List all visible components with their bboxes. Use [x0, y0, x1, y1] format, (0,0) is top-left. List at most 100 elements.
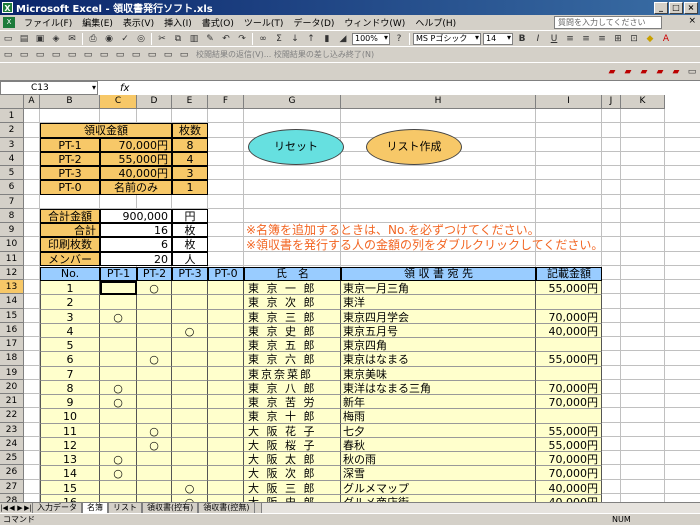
font-size-select[interactable]: 14: [483, 32, 513, 45]
pt-check-cell[interactable]: [208, 494, 244, 502]
pt-check-cell[interactable]: [208, 366, 244, 381]
review-icon-11[interactable]: ▭: [161, 49, 175, 61]
pt-check-cell[interactable]: [208, 295, 244, 310]
sheet-tab-list[interactable]: リスト: [108, 503, 142, 513]
pt-check-cell[interactable]: ○: [137, 352, 172, 367]
row-header-16[interactable]: 16: [0, 322, 24, 337]
menu-file[interactable]: ファイル(F): [19, 16, 77, 29]
pt-check-cell[interactable]: [208, 380, 244, 395]
pt-check-cell[interactable]: [100, 423, 137, 438]
table-cell-amt[interactable]: [536, 295, 602, 310]
redo-icon[interactable]: ↷: [235, 33, 249, 45]
print-icon[interactable]: ⎙: [86, 33, 100, 45]
cut-icon[interactable]: ✂: [155, 33, 169, 45]
pt-check-cell[interactable]: [100, 338, 137, 353]
pt-check-cell[interactable]: ○: [172, 480, 208, 495]
row-header-13[interactable]: 13: [0, 280, 24, 295]
row-header-25[interactable]: 25: [0, 451, 24, 466]
fx-icon[interactable]: fx: [120, 83, 129, 94]
pt-check-cell[interactable]: [172, 437, 208, 452]
pt-check-cell[interactable]: [208, 338, 244, 353]
reset-button[interactable]: リセット: [248, 129, 344, 165]
zoom-select[interactable]: 100%: [352, 32, 390, 45]
table-cell-amt[interactable]: 70,000円: [536, 309, 602, 324]
row-header-23[interactable]: 23: [0, 422, 24, 437]
pt-check-cell[interactable]: [208, 323, 244, 338]
pt-check-cell[interactable]: [172, 466, 208, 481]
mail-icon[interactable]: ✉: [65, 33, 79, 45]
table-cell-amt[interactable]: 70,000円: [536, 395, 602, 410]
pt-check-cell[interactable]: [137, 395, 172, 410]
last-sheet-icon[interactable]: ▶|: [24, 504, 32, 512]
pt-check-cell[interactable]: [208, 395, 244, 410]
worksheet-grid[interactable]: A B C D E F G H I J K 1 2 3 4 5 6 7 8 9 10 11 12 13 14 15 16 17 18 19…: [0, 95, 700, 502]
sheet-tab-receipt-stub[interactable]: 領収書(控有): [142, 503, 199, 513]
pt-check-cell[interactable]: [137, 338, 172, 353]
copy-icon[interactable]: ⧉: [171, 33, 185, 45]
review-reply-label[interactable]: 校閲結果の返信(V)... 校閲結果の差し込み終了(N): [196, 49, 374, 60]
pt-check-cell[interactable]: [172, 395, 208, 410]
pt-check-cell[interactable]: ○: [100, 466, 137, 481]
pdf-icon-6[interactable]: ▭: [685, 66, 699, 78]
italic-icon[interactable]: I: [531, 33, 545, 45]
pt-check-cell[interactable]: ○: [172, 323, 208, 338]
review-icon-7[interactable]: ▭: [97, 49, 111, 61]
table-cell-amt[interactable]: [536, 409, 602, 424]
permission-icon[interactable]: ◈: [49, 33, 63, 45]
pt-check-cell[interactable]: [137, 309, 172, 324]
pt-check-cell[interactable]: [137, 380, 172, 395]
pdf-icon-3[interactable]: ▰: [637, 66, 651, 78]
column-header-g[interactable]: G: [244, 95, 341, 109]
pt-check-cell[interactable]: ○: [137, 281, 172, 296]
column-header-c[interactable]: C: [100, 95, 137, 109]
horizontal-scrollbar[interactable]: [260, 503, 700, 513]
row-header-5[interactable]: 5: [0, 166, 24, 181]
review-icon-6[interactable]: ▭: [81, 49, 95, 61]
pt-check-cell[interactable]: ○: [137, 423, 172, 438]
close-button[interactable]: ×: [684, 1, 698, 14]
pt-check-cell[interactable]: [137, 452, 172, 467]
table-cell-amt[interactable]: 40,000円: [536, 323, 602, 338]
pt-check-cell[interactable]: [100, 323, 137, 338]
menu-help[interactable]: ヘルプ(H): [410, 16, 461, 29]
review-icon-1[interactable]: ▭: [1, 49, 15, 61]
review-icon-10[interactable]: ▭: [145, 49, 159, 61]
pt-check-cell[interactable]: [172, 380, 208, 395]
pt-check-cell[interactable]: [100, 352, 137, 367]
row-header-7[interactable]: 7: [0, 194, 24, 209]
column-header-j[interactable]: J: [602, 95, 621, 109]
maximize-button[interactable]: □: [669, 1, 683, 14]
paste-icon[interactable]: ▥: [187, 33, 201, 45]
fill-color-icon[interactable]: ◆: [643, 33, 657, 45]
pt-check-cell[interactable]: [100, 281, 137, 296]
pt-check-cell[interactable]: [137, 409, 172, 424]
close-workbook-icon[interactable]: ×: [688, 16, 696, 26]
align-center-icon[interactable]: ≡: [579, 33, 593, 45]
row-header-14[interactable]: 14: [0, 294, 24, 309]
menu-window[interactable]: ウィンドウ(W): [339, 16, 410, 29]
pt-check-cell[interactable]: [172, 423, 208, 438]
pt-check-cell[interactable]: [172, 409, 208, 424]
pdf-icon-2[interactable]: ▰: [621, 66, 635, 78]
row-header-24[interactable]: 24: [0, 436, 24, 451]
pt-check-cell[interactable]: [208, 423, 244, 438]
font-color-icon[interactable]: A: [659, 33, 673, 45]
pt-check-cell[interactable]: ○: [100, 395, 137, 410]
column-header-b[interactable]: B: [40, 95, 100, 109]
preview-icon[interactable]: ◉: [102, 33, 116, 45]
pt-check-cell[interactable]: [100, 437, 137, 452]
table-cell-amt[interactable]: 55,000円: [536, 423, 602, 438]
table-cell-amt[interactable]: 40,000円: [536, 494, 602, 502]
table-cell-amt[interactable]: 70,000円: [536, 452, 602, 467]
border-icon[interactable]: ⊡: [627, 33, 641, 45]
pt-check-cell[interactable]: ○: [100, 452, 137, 467]
pt-check-cell[interactable]: [208, 309, 244, 324]
row-header-17[interactable]: 17: [0, 337, 24, 352]
row-header-20[interactable]: 20: [0, 379, 24, 394]
next-sheet-icon[interactable]: ▶: [16, 504, 24, 512]
research-icon[interactable]: ◎: [134, 33, 148, 45]
autosum-icon[interactable]: Σ: [272, 33, 286, 45]
menu-tools[interactable]: ツール(T): [239, 16, 289, 29]
align-right-icon[interactable]: ≡: [595, 33, 609, 45]
pt-check-cell[interactable]: [172, 309, 208, 324]
